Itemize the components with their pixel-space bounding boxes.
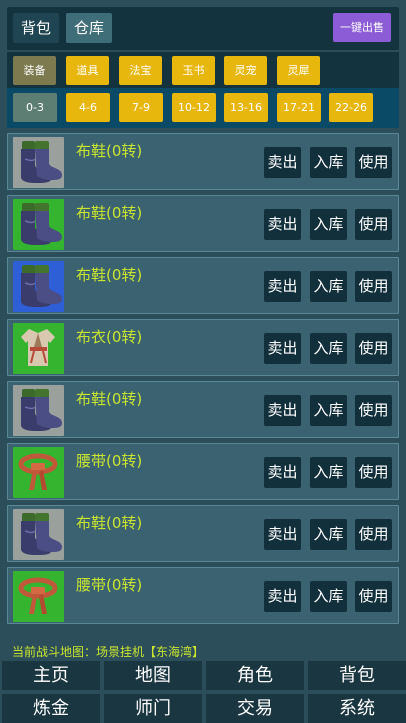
- level-filter-bar: 0-3 4-6 7-9 10-12 13-16 17-21 22-26: [7, 88, 399, 128]
- boots-icon: [13, 385, 64, 436]
- item-name: 布鞋(0转): [76, 390, 143, 408]
- sell-button[interactable]: 卖出: [264, 457, 301, 488]
- store-button[interactable]: 入库: [310, 519, 347, 550]
- boots-icon: [13, 261, 64, 312]
- nav-backpack[interactable]: 背包: [308, 661, 406, 690]
- level-filter-4-6[interactable]: 4-6: [66, 93, 110, 122]
- store-button[interactable]: 入库: [310, 209, 347, 240]
- use-button[interactable]: 使用: [355, 147, 392, 178]
- item-thumbnail[interactable]: [13, 137, 64, 188]
- use-button[interactable]: 使用: [355, 209, 392, 240]
- robe-icon: [13, 323, 64, 374]
- store-button[interactable]: 入库: [310, 147, 347, 178]
- boots-icon: [13, 199, 64, 250]
- sell-button[interactable]: 卖出: [264, 581, 301, 612]
- use-button[interactable]: 使用: [355, 271, 392, 302]
- store-button[interactable]: 入库: [310, 581, 347, 612]
- bottom-nav: 主页 地图 角色 背包炼金 师门 交易 系统: [0, 659, 406, 723]
- level-filter-13-16[interactable]: 13-16: [224, 93, 268, 122]
- level-filter-0-3[interactable]: 0-3: [13, 93, 57, 122]
- nav-system[interactable]: 系统: [308, 694, 406, 723]
- nav-alchemy[interactable]: 炼金: [2, 694, 100, 723]
- item-name: 布鞋(0转): [76, 142, 143, 160]
- item-name: 布鞋(0转): [76, 266, 143, 284]
- belt-icon: [13, 571, 64, 622]
- item-row[interactable]: 腰带(0转) 卖出 入库 使用: [7, 567, 399, 624]
- item-thumbnail[interactable]: [13, 261, 64, 312]
- item-row[interactable]: 布鞋(0转) 卖出 入库 使用: [7, 133, 399, 190]
- sell-button[interactable]: 卖出: [264, 147, 301, 178]
- sell-button[interactable]: 卖出: [264, 519, 301, 550]
- sell-button[interactable]: 卖出: [264, 395, 301, 426]
- sell-all-button[interactable]: 一键出售: [333, 13, 391, 42]
- use-button[interactable]: 使用: [355, 457, 392, 488]
- item-name: 布鞋(0转): [76, 204, 143, 222]
- item-row[interactable]: 布鞋(0转) 卖出 入库 使用: [7, 195, 399, 252]
- store-button[interactable]: 入库: [310, 457, 347, 488]
- level-filter-17-21[interactable]: 17-21: [277, 93, 321, 122]
- item-row[interactable]: 布鞋(0转) 卖出 入库 使用: [7, 381, 399, 438]
- sell-button[interactable]: 卖出: [264, 333, 301, 364]
- item-thumbnail[interactable]: [13, 447, 64, 498]
- item-thumbnail[interactable]: [13, 199, 64, 250]
- game-screen: 背包 仓库 一键出售 装备 道具 法宝 玉书 灵宠 灵犀 0-3 4-6 7-9…: [0, 0, 406, 723]
- store-button[interactable]: 入库: [310, 333, 347, 364]
- nav-map[interactable]: 地图: [104, 661, 202, 690]
- item-row[interactable]: 布鞋(0转) 卖出 入库 使用: [7, 505, 399, 562]
- level-filter-22-26[interactable]: 22-26: [329, 93, 373, 122]
- item-name: 腰带(0转): [76, 452, 143, 470]
- use-button[interactable]: 使用: [355, 333, 392, 364]
- battle-map-status: 当前战斗地图：场景挂机【东海湾】: [0, 645, 406, 659]
- use-button[interactable]: 使用: [355, 395, 392, 426]
- use-button[interactable]: 使用: [355, 519, 392, 550]
- nav-trade[interactable]: 交易: [206, 694, 304, 723]
- item-thumbnail[interactable]: [13, 571, 64, 622]
- item-name: 腰带(0转): [76, 576, 143, 594]
- category-jade-book[interactable]: 玉书: [172, 56, 215, 85]
- item-thumbnail[interactable]: [13, 323, 64, 374]
- nav-sect[interactable]: 师门: [104, 694, 202, 723]
- category-treasure[interactable]: 法宝: [119, 56, 162, 85]
- belt-icon: [13, 447, 64, 498]
- tab-warehouse[interactable]: 仓库: [66, 13, 113, 43]
- level-filter-7-9[interactable]: 7-9: [119, 93, 163, 122]
- store-button[interactable]: 入库: [310, 271, 347, 302]
- sell-button[interactable]: 卖出: [264, 271, 301, 302]
- item-row[interactable]: 布衣(0转) 卖出 入库 使用: [7, 319, 399, 376]
- use-button[interactable]: 使用: [355, 581, 392, 612]
- category-items[interactable]: 道具: [66, 56, 109, 85]
- category-equipment[interactable]: 装备: [13, 56, 56, 85]
- item-list[interactable]: 布鞋(0转) 卖出 入库 使用 布鞋(0转) 卖出 入库 使用 布鞋(0转) 卖出 入库 使用 布衣(0…: [7, 133, 399, 645]
- item-name: 布鞋(0转): [76, 514, 143, 532]
- level-filter-10-12[interactable]: 10-12: [172, 93, 216, 122]
- boots-icon: [13, 137, 64, 188]
- item-thumbnail[interactable]: [13, 385, 64, 436]
- boots-icon: [13, 509, 64, 560]
- storage-top-bar: 背包 仓库 一键出售: [7, 7, 399, 50]
- sell-button[interactable]: 卖出: [264, 209, 301, 240]
- item-thumbnail[interactable]: [13, 509, 64, 560]
- item-row[interactable]: 腰带(0转) 卖出 入库 使用: [7, 443, 399, 500]
- nav-character[interactable]: 角色: [206, 661, 304, 690]
- tab-backpack[interactable]: 背包: [13, 13, 60, 43]
- category-spirit-pet[interactable]: 灵宠: [224, 56, 267, 85]
- nav-home[interactable]: 主页: [2, 661, 100, 690]
- item-name: 布衣(0转): [76, 328, 143, 346]
- category-filter-bar: 装备 道具 法宝 玉书 灵宠 灵犀: [7, 52, 399, 88]
- item-row[interactable]: 布鞋(0转) 卖出 入库 使用: [7, 257, 399, 314]
- store-button[interactable]: 入库: [310, 395, 347, 426]
- category-spirit-rhino[interactable]: 灵犀: [277, 56, 320, 85]
